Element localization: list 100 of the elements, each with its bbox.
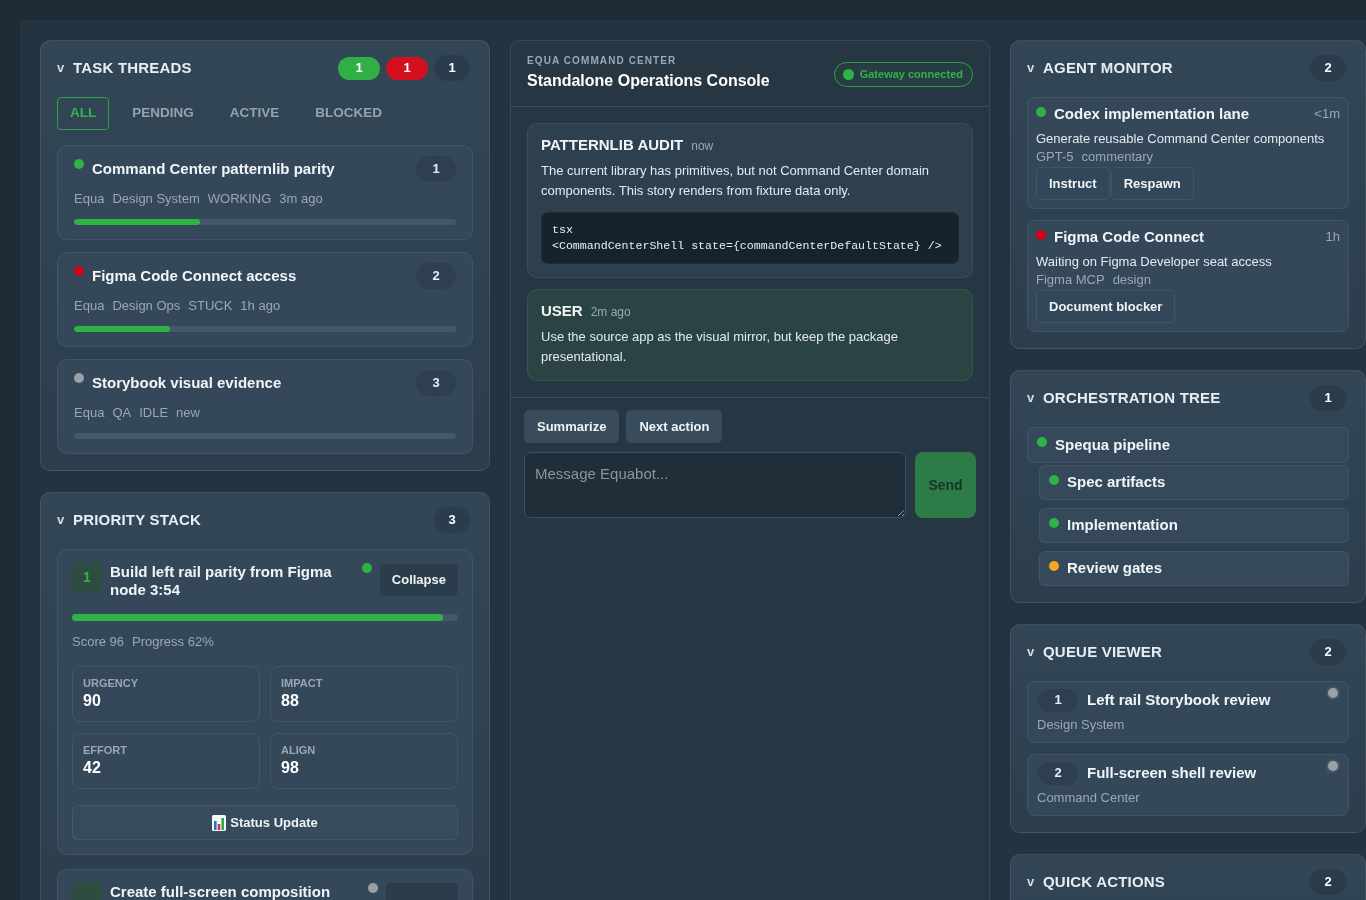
metric-label: IMPACT — [281, 676, 324, 690]
meta-label: Design Ops — [112, 297, 181, 315]
meta-label: QA — [112, 404, 132, 422]
count-badge: 2 — [1310, 55, 1346, 81]
thread-title: Storybook visual evidence — [92, 372, 282, 393]
message-text: The current library has primitives, but not Command Center domain components. This story renders from fixture data only. — [541, 162, 930, 200]
status-update-button[interactable]: Status Update — [72, 805, 458, 840]
node-label: Implementation — [1067, 515, 1178, 536]
panel-title: ORCHESTRATION TREE — [1043, 387, 1221, 408]
panel-title: TASK THREADS — [73, 57, 192, 78]
meta-label: Score 96 — [72, 633, 125, 651]
meta-label: Design System — [112, 190, 200, 208]
count-badge: 1 — [416, 156, 456, 182]
message-author: USER — [541, 301, 583, 321]
agent-action-button[interactable]: Document blocker — [1036, 290, 1176, 323]
queue-item[interactable]: 2 Full-screen shell review Command Center — [1027, 754, 1349, 816]
metric-value: 42 — [83, 758, 102, 778]
meta-label: Equa — [74, 404, 105, 422]
meta-label: new — [176, 404, 200, 422]
collapse-toggle[interactable]: v — [57, 60, 73, 76]
node-label: Review gates — [1067, 558, 1163, 579]
count-badge: 1 — [386, 56, 428, 80]
panel-title: QUICK ACTIONS — [1043, 871, 1166, 892]
agent-age: <1m — [1314, 105, 1340, 123]
priority-title: Build left rail parity from Figma node 3:54 — [110, 563, 333, 599]
queue-title: Full-screen shell review — [1087, 762, 1257, 783]
meta-label: Progress 62% — [132, 633, 214, 651]
meta-label: 3m ago — [279, 190, 323, 208]
tree-node[interactable]: Review gates — [1039, 551, 1349, 586]
agent-action-button[interactable]: Respawn — [1110, 167, 1194, 200]
queue-subtitle: Command Center — [1037, 789, 1141, 807]
count-badge: 2 — [1310, 639, 1346, 665]
agent-name: Figma Code Connect — [1054, 227, 1204, 247]
tree-node[interactable]: Spec artifacts — [1039, 465, 1349, 500]
collapse-toggle[interactable]: v — [1027, 874, 1043, 890]
panel-title: QUEUE VIEWER — [1043, 641, 1163, 662]
panel-title: PRIORITY STACK — [73, 509, 202, 530]
metric-value: 98 — [281, 758, 300, 778]
count-badge: 2 — [1310, 869, 1346, 895]
collapse-toggle[interactable]: v — [1027, 60, 1043, 76]
meta-label: STUCK — [188, 297, 233, 315]
agent-task: Waiting on Figma Developer seat access — [1036, 253, 1273, 271]
tree-node[interactable]: Implementation — [1039, 508, 1349, 543]
rank-badge: 1 — [72, 562, 102, 592]
node-label: Spequa pipeline — [1055, 434, 1171, 455]
filter-tab[interactable]: PENDING — [119, 97, 207, 130]
node-label: Spec artifacts — [1067, 472, 1166, 493]
count-badge: 3 — [416, 370, 456, 396]
metric-label: URGENCY — [83, 676, 139, 690]
meta-label: design — [1112, 271, 1151, 289]
meta-label: GPT-5 — [1036, 148, 1074, 166]
count-badge: 3 — [434, 507, 470, 533]
message-time: 2m ago — [590, 304, 631, 321]
agent-age: 1h — [1325, 228, 1340, 246]
agent-action-button[interactable]: Instruct — [1036, 167, 1110, 200]
thread-card[interactable]: Command Center patternlib parity 1 Equa Design System WORKING 3m ago — [57, 145, 473, 240]
collapse-toggle[interactable]: v — [57, 512, 73, 528]
quick-reply-button[interactable]: Summarize — [524, 410, 620, 443]
queue-subtitle: Design System — [1037, 716, 1126, 734]
position-badge: 2 — [1038, 761, 1078, 785]
meta-label: Figma MCP — [1036, 271, 1105, 289]
app-eyebrow: EQUA COMMAND CENTER — [527, 54, 678, 68]
thread-card[interactable]: Storybook visual evidence 3 Equa QA IDLE new — [57, 359, 473, 454]
status-label: Gateway connected — [859, 67, 963, 83]
queue-item[interactable]: 1 Left rail Storybook review Design System — [1027, 681, 1349, 743]
collapse-toggle[interactable]: v — [1027, 644, 1043, 660]
code-line: <CommandCenterShell state={commandCenterDefaultState} /> — [552, 238, 942, 254]
thread-title: Figma Code Connect access — [92, 265, 297, 286]
collapse-toggle[interactable]: v — [1027, 390, 1043, 406]
count-badge: 1 — [338, 56, 380, 80]
metric-value: 88 — [281, 691, 300, 711]
message-input[interactable]: Message Equabot... — [524, 452, 906, 518]
meta-label: WORKING — [207, 190, 272, 208]
count-badge: 1 — [1310, 385, 1346, 411]
position-badge: 1 — [1038, 688, 1078, 712]
quick-reply-button[interactable]: Next action — [626, 410, 723, 443]
collapse-button[interactable]: Collapse — [379, 564, 458, 596]
count-badge: 2 — [416, 263, 456, 289]
filter-tab[interactable]: ALL — [57, 97, 110, 130]
tree-node[interactable]: Spequa pipeline — [1027, 427, 1349, 463]
priority-title: Create full-screen composition — [110, 883, 332, 900]
status-dot — [842, 69, 854, 80]
meta-label: Equa — [74, 190, 105, 208]
console-title: Standalone Operations Console — [527, 71, 770, 91]
agent-name: Codex implementation lane — [1054, 104, 1250, 124]
message-author: PATTERNLIB AUDIT — [541, 135, 684, 155]
meta-label: IDLE — [139, 404, 169, 422]
message-time: now — [691, 138, 714, 155]
filter-tab[interactable]: BLOCKED — [302, 97, 396, 130]
meta-label: Equa — [74, 297, 105, 315]
meta-label: commentary — [1081, 148, 1154, 166]
panel-title: AGENT MONITOR — [1043, 57, 1173, 78]
thread-title: Command Center patternlib parity — [92, 158, 335, 179]
queue-title: Left rail Storybook review — [1087, 689, 1271, 710]
thread-card[interactable]: Figma Code Connect access 2 Equa Design Ops STUCK 1h ago — [57, 252, 473, 347]
metric-label: ALIGN — [281, 743, 317, 757]
filter-tab[interactable]: ACTIVE — [216, 97, 293, 130]
message-text: Use the source app as the visual mirror, but keep the package presentational. — [541, 328, 899, 366]
agent-task: Generate reusable Command Center components — [1036, 130, 1326, 148]
metric-label: EFFORT — [83, 743, 128, 757]
